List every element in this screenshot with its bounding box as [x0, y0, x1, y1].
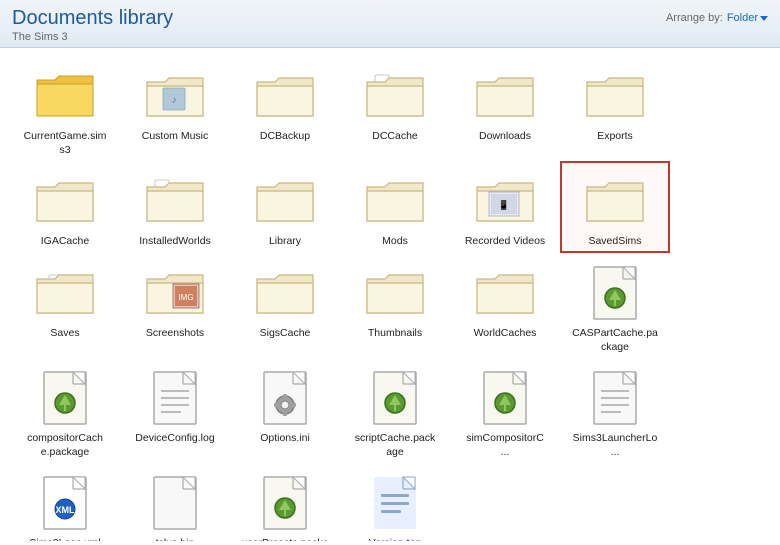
list-item[interactable]: CurrentGame.sim s3 — [10, 56, 120, 161]
item-label: DCBackup — [260, 130, 310, 144]
list-item[interactable]: Saves — [10, 253, 120, 358]
item-label: SavedSims — [588, 235, 641, 249]
list-item[interactable]: scriptCache.pack age — [340, 358, 450, 463]
content-area: CurrentGame.sim s3 ♪ Custom Music DCBack… — [0, 48, 780, 541]
list-item[interactable]: DCCache — [340, 56, 450, 161]
item-label: Saves — [50, 327, 79, 341]
item-label: Downloads — [479, 130, 531, 144]
file-icon — [583, 366, 647, 430]
list-item[interactable]: SavedSims — [560, 161, 670, 253]
file-icon — [143, 366, 207, 430]
folder-icon — [473, 64, 537, 128]
list-item[interactable]: 📱 Recorded Videos — [450, 161, 560, 253]
folder-icon — [253, 261, 317, 325]
page-subtitle: The Sims 3 — [12, 31, 173, 43]
file-icon — [473, 366, 537, 430]
item-label: InstalledWorlds — [139, 235, 211, 249]
list-item[interactable]: Exports — [560, 56, 670, 161]
item-label: WorldCaches — [474, 327, 537, 341]
list-item[interactable]: DCBackup — [230, 56, 340, 161]
folder-icon — [253, 64, 317, 128]
item-label: tslus.bin — [156, 537, 195, 541]
svg-text:XML: XML — [56, 505, 76, 515]
svg-text:IMG: IMG — [178, 293, 193, 302]
item-label: Options.ini — [260, 432, 310, 446]
item-label: Custom Music — [142, 130, 209, 144]
item-label: DCCache — [372, 130, 418, 144]
item-label: Screenshots — [146, 327, 204, 341]
folder-icon — [143, 169, 207, 233]
item-label: Sims3Logs.xml — [29, 537, 100, 541]
folder-icon — [363, 169, 427, 233]
item-label: Version.tag — [369, 537, 422, 541]
folder-icon: 📱 — [473, 169, 537, 233]
arrange-by-value[interactable]: Folder — [727, 12, 768, 24]
folder-icon — [583, 64, 647, 128]
page-title: Documents library — [12, 6, 173, 30]
file-icon — [143, 471, 207, 535]
arrange-by-control[interactable]: Arrange by: Folder — [666, 12, 768, 24]
file-icon — [363, 366, 427, 430]
item-label: Recorded Videos — [465, 235, 545, 249]
list-item[interactable]: InstalledWorlds — [120, 161, 230, 253]
list-item[interactable]: SigsCache — [230, 253, 340, 358]
list-item[interactable]: DeviceConfig.log — [120, 358, 230, 463]
folder-icon: ♪ — [143, 64, 207, 128]
list-item[interactable]: compositorCach e.package — [10, 358, 120, 463]
file-icon — [33, 366, 97, 430]
item-label: CurrentGame.sim s3 — [24, 130, 107, 157]
item-label: Thumbnails — [368, 327, 422, 341]
item-label: scriptCache.pack age — [355, 432, 436, 459]
folder-icon — [363, 64, 427, 128]
list-item[interactable]: tslus.bin — [120, 463, 230, 541]
folder-icon — [253, 169, 317, 233]
svg-text:📱: 📱 — [498, 199, 509, 210]
item-label: userPresets.packa ge — [242, 537, 329, 541]
folder-icon — [363, 261, 427, 325]
list-item[interactable]: Version.tag — [340, 463, 450, 541]
list-item[interactable]: simCompositorC ... — [450, 358, 560, 463]
list-item[interactable]: Downloads — [450, 56, 560, 161]
file-icon — [583, 261, 647, 325]
list-item[interactable]: Mods — [340, 161, 450, 253]
file-icon — [363, 471, 427, 535]
item-label: compositorCach e.package — [27, 432, 103, 459]
folder-icon — [473, 261, 537, 325]
list-item[interactable]: userPresets.packa ge — [230, 463, 340, 541]
folder-icon — [33, 261, 97, 325]
svg-text:♪: ♪ — [172, 95, 177, 106]
file-icon — [253, 366, 317, 430]
list-item[interactable]: Library — [230, 161, 340, 253]
item-label: Mods — [382, 235, 408, 249]
item-label: simCompositorC ... — [466, 432, 544, 459]
item-label: IGACache — [41, 235, 89, 249]
list-item[interactable]: IMG Screenshots — [120, 253, 230, 358]
item-label: DeviceConfig.log — [135, 432, 214, 446]
folder-icon — [33, 169, 97, 233]
list-item[interactable]: Options.ini — [230, 358, 340, 463]
list-item[interactable]: XML Sims3Logs.xml — [10, 463, 120, 541]
file-grid: CurrentGame.sim s3 ♪ Custom Music DCBack… — [10, 56, 770, 541]
header: Documents library The Sims 3 Arrange by:… — [0, 0, 780, 48]
item-label: SigsCache — [260, 327, 311, 341]
list-item[interactable]: CASPartCache.pa ckage — [560, 253, 670, 358]
folder-icon — [33, 64, 97, 128]
file-icon: XML — [33, 471, 97, 535]
item-label: Library — [269, 235, 301, 249]
arrange-by-label: Arrange by: — [666, 12, 723, 24]
folder-icon — [583, 169, 647, 233]
list-item[interactable]: WorldCaches — [450, 253, 560, 358]
folder-icon: IMG — [143, 261, 207, 325]
list-item[interactable]: Sims3LauncherLo ... — [560, 358, 670, 463]
list-item[interactable]: Thumbnails — [340, 253, 450, 358]
item-label: CASPartCache.pa ckage — [572, 327, 658, 354]
item-label: Exports — [597, 130, 633, 144]
list-item[interactable]: ♪ Custom Music — [120, 56, 230, 161]
file-icon — [253, 471, 317, 535]
chevron-down-icon — [760, 16, 768, 21]
item-label: Sims3LauncherLo ... — [573, 432, 658, 459]
list-item[interactable]: IGACache — [10, 161, 120, 253]
